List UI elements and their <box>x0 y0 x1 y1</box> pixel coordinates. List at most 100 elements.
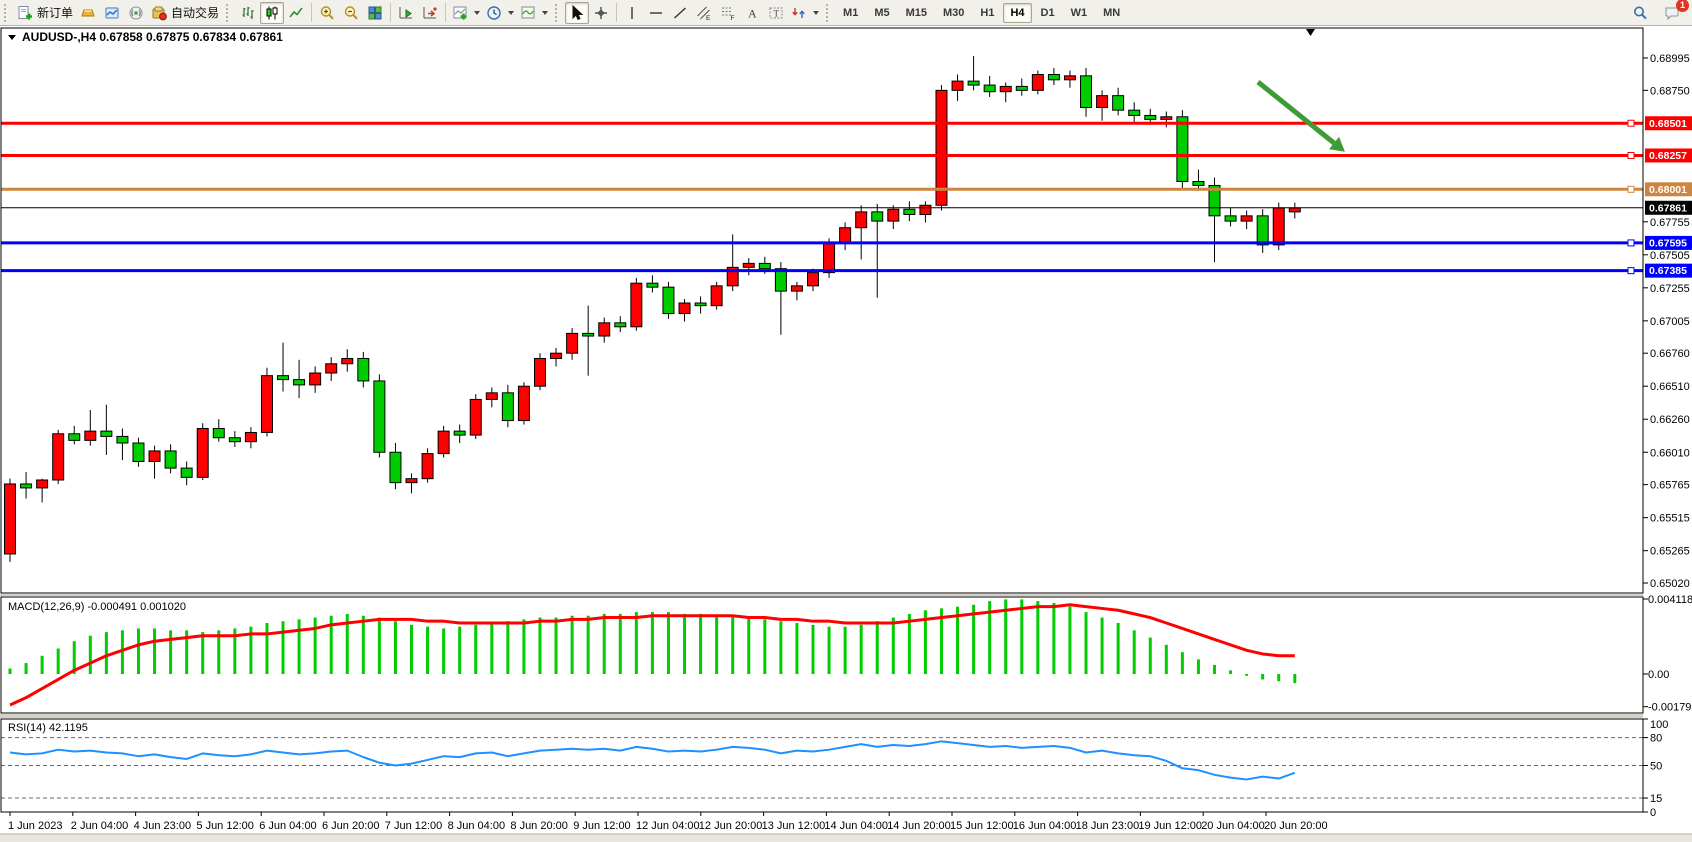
candle-body <box>486 393 497 400</box>
search-button[interactable] <box>1628 2 1652 24</box>
indicators-button[interactable] <box>449 2 483 24</box>
candle-body <box>1257 216 1268 245</box>
candle-body <box>567 333 578 353</box>
time-tick-label: 4 Jun 23:00 <box>134 820 192 832</box>
svg-text:F: F <box>731 15 735 21</box>
auto-scroll-button[interactable] <box>394 2 418 24</box>
candle-body <box>1048 75 1059 80</box>
candle-body <box>261 376 272 433</box>
line-endpoint-handle[interactable] <box>1628 152 1634 158</box>
notifications-button[interactable]: 1 <box>1660 2 1684 24</box>
candle-body <box>454 431 465 435</box>
vertical-line-icon <box>624 5 640 21</box>
timeframe-h1-button[interactable]: H1 <box>973 3 1001 23</box>
timeframe-m30-button[interactable]: M30 <box>936 3 971 23</box>
line-endpoint-handle[interactable] <box>1628 120 1634 126</box>
price-line-label: 0.68001 <box>1649 184 1687 196</box>
indicators-dropdown-arrow[interactable] <box>474 11 480 15</box>
signals-button[interactable] <box>124 2 148 24</box>
arrows-tool-button[interactable] <box>788 2 822 24</box>
price-line-label: 0.67595 <box>1649 238 1687 250</box>
templates-button[interactable] <box>517 2 551 24</box>
trendline-tool-button[interactable] <box>668 2 692 24</box>
window-bottom-edge <box>0 834 1692 842</box>
line-chart-icon <box>288 5 304 21</box>
price-tick-label: 0.67505 <box>1650 250 1690 262</box>
new-order-button[interactable]: 新订单 <box>14 2 76 24</box>
horizontal-line-tool-button[interactable] <box>644 2 668 24</box>
candle-body <box>1273 208 1284 245</box>
pane-splitter[interactable] <box>0 714 1643 718</box>
line-chart-mode-button[interactable] <box>284 2 308 24</box>
time-tick-label: 14 Jun 04:00 <box>824 820 888 832</box>
chart-shift-button[interactable] <box>418 2 442 24</box>
cursor-tool-button[interactable] <box>565 2 589 24</box>
timeframe-m5-button[interactable]: M5 <box>867 3 896 23</box>
gold-ingot-icon <box>80 5 96 21</box>
equidistant-channel-tool-button[interactable]: E <box>692 2 716 24</box>
macd-tick-label: 0.004118 <box>1648 594 1692 606</box>
bar-chart-mode-button[interactable] <box>236 2 260 24</box>
zoom-out-button[interactable] <box>339 2 363 24</box>
text-label-icon: T <box>768 5 784 21</box>
time-tick-label: 6 Jun 20:00 <box>322 820 380 832</box>
arrows-dropdown-arrow[interactable] <box>813 11 819 15</box>
vertical-line-tool-button[interactable] <box>620 2 644 24</box>
candle-body <box>679 303 690 314</box>
candle-body <box>904 209 915 214</box>
timeframe-m15-button[interactable]: M15 <box>899 3 934 23</box>
tile-windows-button[interactable] <box>363 2 387 24</box>
templates-dropdown-arrow[interactable] <box>542 11 548 15</box>
periods-dropdown-arrow[interactable] <box>508 11 514 15</box>
line-endpoint-handle[interactable] <box>1628 186 1634 192</box>
line-endpoint-handle[interactable] <box>1628 240 1634 246</box>
candle-body <box>470 399 481 435</box>
chart-area[interactable]: 0.685010.682570.680010.678610.675950.673… <box>0 26 1692 842</box>
timeframe-d1-button[interactable]: D1 <box>1034 3 1062 23</box>
channel-icon: E <box>696 5 712 21</box>
candlestick-mode-button[interactable] <box>260 2 284 24</box>
pane-splitter[interactable] <box>0 594 1643 596</box>
price-tick-label: 0.67005 <box>1650 316 1690 328</box>
timeframe-m1-button[interactable]: M1 <box>836 3 865 23</box>
rsi-label: RSI(14) 42.1195 <box>8 722 88 734</box>
fibonacci-tool-button[interactable]: F <box>716 2 740 24</box>
zoom-in-button[interactable] <box>315 2 339 24</box>
toolbar-drag-handle[interactable] <box>555 4 562 22</box>
candle-body <box>406 479 417 483</box>
crosshair-tool-button[interactable] <box>589 2 613 24</box>
signals-icon <box>128 5 144 21</box>
text-label-tool-button[interactable]: T <box>764 2 788 24</box>
candle-body <box>117 436 128 443</box>
timeframe-h4-button[interactable]: H4 <box>1003 3 1031 23</box>
toolbar-drag-handle[interactable] <box>826 4 833 22</box>
toolbar-separator <box>390 3 391 22</box>
notification-badge: 1 <box>1676 0 1689 12</box>
candle-body <box>294 380 305 385</box>
market-watch-button[interactable] <box>76 2 100 24</box>
arrow-objects-icon <box>791 5 807 21</box>
time-tick-label: 14 Jun 20:00 <box>887 820 951 832</box>
candle-body <box>1016 86 1027 90</box>
text-tool-button[interactable]: A <box>740 2 764 24</box>
time-tick-label: 15 Jun 12:00 <box>950 820 1014 832</box>
toolbar-drag-handle[interactable] <box>4 4 11 22</box>
candle-body <box>808 273 819 286</box>
candle-body <box>85 431 96 440</box>
candle-body <box>197 428 208 477</box>
toolbar-drag-handle[interactable] <box>226 4 233 22</box>
candle-body <box>840 228 851 244</box>
indicators-icon <box>452 5 468 21</box>
data-window-button[interactable] <box>100 2 124 24</box>
timeframe-w1-button[interactable]: W1 <box>1064 3 1095 23</box>
line-endpoint-handle[interactable] <box>1628 268 1634 274</box>
trendline-icon <box>672 5 688 21</box>
periods-button[interactable] <box>483 2 517 24</box>
time-tick-label: 19 Jun 12:00 <box>1138 820 1202 832</box>
chart-shift-icon <box>422 5 438 21</box>
auto-trading-button[interactable]: 自动交易 <box>148 2 222 24</box>
timeframe-mn-button[interactable]: MN <box>1096 3 1127 23</box>
candle-body <box>1289 208 1300 212</box>
candle-body <box>213 428 224 437</box>
mt4-window: { "toolbar": { "new_order_label": "新订单",… <box>0 0 1692 842</box>
